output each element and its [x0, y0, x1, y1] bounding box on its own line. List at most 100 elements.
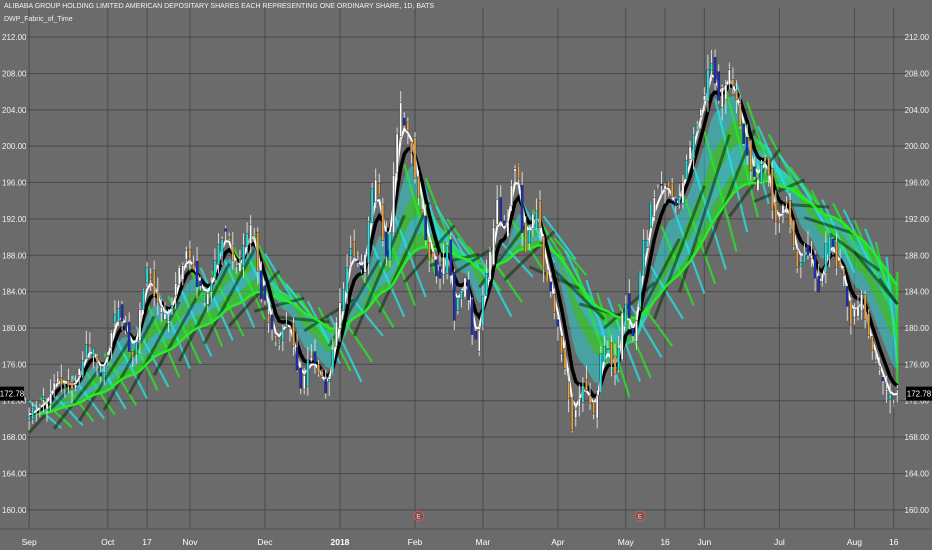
candle-body [92, 348, 95, 357]
price-tick-right: 204.00 [905, 106, 930, 115]
candle-body [260, 270, 263, 299]
candle-body [256, 231, 260, 272]
candle-body [299, 367, 302, 389]
candle-body [731, 79, 735, 87]
candle-body [499, 197, 503, 222]
time-tick-label: 2018 [330, 537, 349, 547]
time-tick-label: Apr [551, 537, 564, 547]
candle-body [135, 342, 138, 355]
candle-body [803, 253, 806, 263]
candle-body [331, 350, 335, 374]
time-tick-label: Aug [847, 537, 862, 547]
candle-body [527, 230, 531, 244]
candle-body [678, 196, 681, 206]
price-tick-left: 208.00 [2, 69, 27, 78]
candle-body [485, 273, 488, 296]
candle-body [477, 329, 481, 352]
candle-body [660, 183, 663, 186]
candle-body [853, 309, 856, 318]
price-tick-left: 204.00 [2, 106, 27, 115]
candle-body [560, 335, 563, 354]
candle-body [27, 416, 31, 421]
price-tick-left: 188.00 [2, 251, 27, 260]
price-tick-right: 168.00 [905, 433, 930, 442]
candle-body [535, 210, 538, 228]
candle-body [327, 379, 331, 382]
candle-body [860, 294, 863, 312]
time-tick-label: 16 [660, 537, 670, 547]
time-tick-label: Jul [774, 537, 785, 547]
candle-body [195, 260, 199, 288]
candle-body [781, 205, 785, 214]
candle-body [156, 291, 160, 303]
time-tick-label: May [618, 537, 635, 547]
candle-body [581, 385, 585, 403]
price-tick-right: 188.00 [905, 251, 930, 260]
candle-body [620, 312, 624, 360]
candle-body [563, 348, 567, 369]
price-chart[interactable]: 160.00 160.00 164.00 164.00 168.00 168.00 172.… [0, 0, 932, 550]
candle-body [67, 380, 70, 386]
price-tick-left: 168.00 [2, 433, 27, 442]
candle-body [460, 289, 463, 299]
candle-body [870, 336, 874, 351]
earnings-label: E [638, 514, 643, 521]
candle-body [381, 204, 385, 241]
candle-body [367, 221, 370, 264]
candle-body [595, 395, 599, 419]
candle-body [342, 289, 345, 311]
candle-body [252, 235, 256, 238]
candle-body [831, 238, 835, 247]
candle-body [442, 256, 445, 275]
candle-body [585, 379, 588, 391]
candle-body [788, 200, 792, 227]
candle-body [88, 344, 92, 347]
candle-body [470, 299, 474, 335]
candle-body [695, 124, 699, 131]
candle-body [95, 356, 99, 362]
candle-body [628, 293, 631, 319]
candle-body [160, 307, 163, 313]
candle-body [149, 274, 152, 280]
candle-body [63, 387, 67, 390]
time-tick-label: Oct [101, 537, 115, 547]
candle-body [52, 382, 56, 391]
candle-body [520, 184, 524, 233]
candle-body [592, 402, 595, 414]
candle-body [235, 260, 238, 267]
candle-body [435, 259, 438, 277]
candle-body [170, 304, 174, 310]
candle-body [610, 342, 613, 366]
candle-body [463, 277, 467, 298]
candle-body [449, 239, 453, 276]
candle-body [438, 266, 442, 279]
candle-body [420, 209, 424, 213]
candle-body [45, 402, 49, 410]
candle-body [274, 337, 277, 342]
candle-body [838, 260, 842, 266]
candle-body [795, 250, 799, 268]
candle-body [820, 273, 824, 283]
candle-body [102, 372, 106, 379]
candle-body [703, 95, 706, 101]
time-tick-label: Dec [257, 537, 273, 547]
candle-body [842, 268, 846, 276]
candle-body [163, 313, 167, 320]
candle-body [292, 323, 295, 348]
candle-body [588, 395, 592, 404]
candle-body [402, 117, 406, 126]
candle-body [388, 232, 392, 261]
candle-body [799, 262, 803, 267]
candle-body [345, 267, 349, 293]
candle-body [177, 267, 181, 285]
candle-body [474, 331, 478, 340]
last-price-label-left: 172.78 [0, 390, 25, 399]
candle-body [674, 198, 678, 206]
candle-body [867, 313, 871, 336]
candle-body [706, 69, 710, 102]
candle-body [145, 267, 149, 284]
candle-body [760, 164, 763, 182]
candle-body [849, 300, 853, 326]
candle-body [653, 197, 656, 217]
price-tick-right: 208.00 [905, 69, 930, 78]
